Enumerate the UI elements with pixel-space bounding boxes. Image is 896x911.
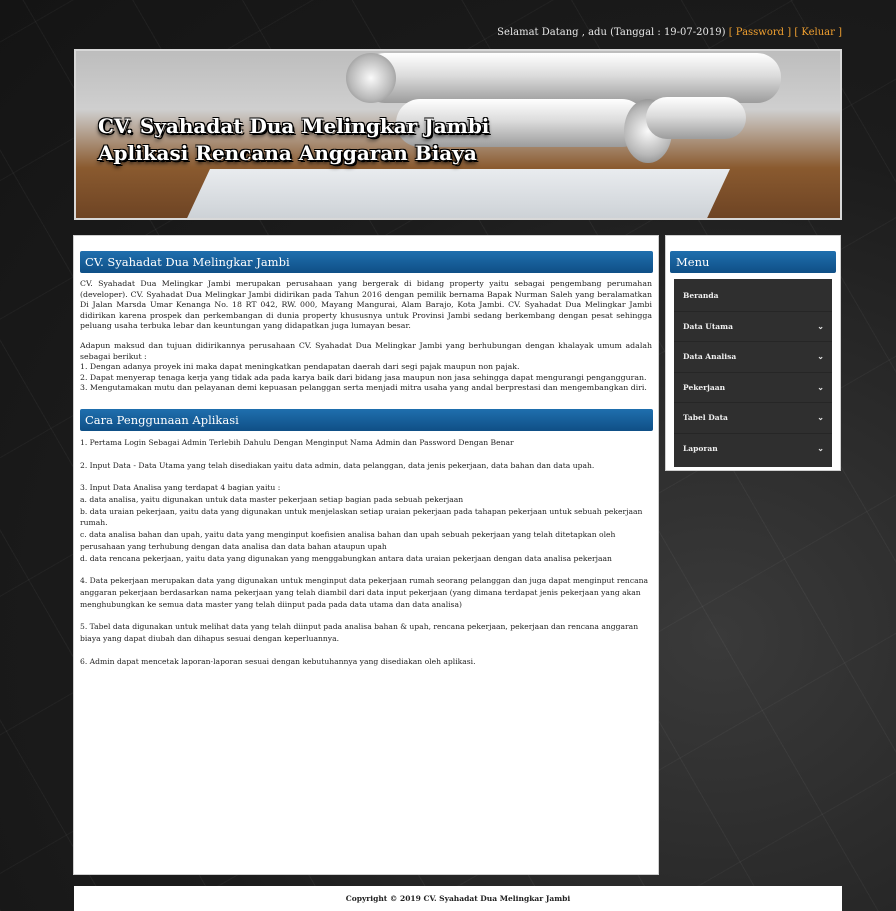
purpose-lead: Adapun maksud dan tujuan didirikannya pe…: [80, 340, 652, 361]
usage-substep: b. data uraian pekerjaan, yaitu data yan…: [80, 506, 643, 528]
usage-substep: c. data analisa bahan dan upah, yaitu da…: [80, 530, 616, 551]
company-description: CV. Syahadat Dua Melingkar Jambi merupak…: [80, 279, 652, 394]
company-section-title: CV. Syahadat Dua Melingkar Jambi: [80, 251, 653, 273]
usage-step: 6. Admin dapat mencetak laporan-laporan …: [80, 656, 476, 666]
usage-instructions: 1. Pertama Login Sebagai Admin Terlebih …: [80, 437, 652, 668]
intro-paragraph: CV. Syahadat Dua Melingkar Jambi merupak…: [80, 279, 652, 331]
usage-step: 1. Pertama Login Sebagai Admin Terlebih …: [80, 437, 514, 447]
side-menu: Beranda Data Utama ⌄ Data Analisa ⌄ Peke…: [674, 279, 832, 467]
chevron-down-icon: ⌄: [817, 351, 824, 362]
menu-item-label: Data Analisa: [683, 352, 737, 362]
chevron-down-icon: ⌄: [817, 320, 824, 331]
usage-substep: a. data analisa, yaitu digunakan untuk d…: [80, 495, 464, 505]
usage-step: 4. Data pekerjaan merupakan data yang di…: [80, 576, 649, 609]
blueprint-roll-image: [361, 53, 781, 103]
menu-item-beranda[interactable]: Beranda: [674, 281, 832, 312]
menu-item-data-utama[interactable]: Data Utama ⌄: [674, 312, 832, 343]
user-status-bar: Selamat Datang , adu (Tanggal : 19-07-20…: [497, 27, 842, 38]
password-link[interactable]: [ Password ]: [729, 27, 791, 38]
usage-step-lead: 3. Input Data Analisa yang terdapat 4 ba…: [80, 483, 281, 493]
blueprint-sheet-image: [182, 169, 730, 218]
header-banner: CV. Syahadat Dua Melingkar Jambi Aplikas…: [74, 49, 842, 220]
usage-substep: d. data rencana pekerjaan, yaitu data ya…: [80, 553, 612, 563]
header-title: CV. Syahadat Dua Melingkar Jambi Aplikas…: [98, 113, 489, 167]
usage-step: 3. Input Data Analisa yang terdapat 4 ba…: [80, 482, 652, 564]
sidebar: Menu Beranda Data Utama ⌄ Data Analisa ⌄…: [665, 235, 841, 471]
blueprint-roll-image: [646, 97, 746, 139]
menu-item-label: Pekerjaan: [683, 382, 726, 392]
menu-item-data-analisa[interactable]: Data Analisa ⌄: [674, 342, 832, 373]
menu-item-label: Laporan: [683, 443, 718, 453]
menu-item-label: Beranda: [683, 291, 719, 300]
usage-section-title: Cara Penggunaan Aplikasi: [80, 408, 653, 431]
purpose-item: 2. Dapat menyerap tenaga kerja yang tida…: [80, 372, 647, 382]
usage-step: 2. Input Data - Data Utama yang telah di…: [80, 460, 595, 470]
main-content: CV. Syahadat Dua Melingkar Jambi CV. Sya…: [73, 235, 659, 875]
menu-title: Menu: [670, 251, 836, 273]
purpose-item: 3. Mengutamakan mutu dan pelayanan demi …: [80, 383, 647, 393]
menu-item-pekerjaan[interactable]: Pekerjaan ⌄: [674, 373, 832, 404]
footer: Copyright © 2019 CV. Syahadat Dua Meling…: [74, 886, 842, 911]
menu-item-label: Tabel Data: [683, 413, 728, 423]
greeting-text: Selamat Datang , adu (Tanggal : 19-07-20…: [497, 27, 726, 38]
copyright-text: Copyright © 2019 CV. Syahadat Dua Meling…: [345, 894, 571, 903]
menu-item-tabel-data[interactable]: Tabel Data ⌄: [674, 403, 832, 434]
blueprint-roll-end-image: [346, 53, 396, 103]
purpose-item: 1. Dengan adanya proyek ini maka dapat m…: [80, 362, 520, 372]
chevron-down-icon: ⌄: [817, 381, 824, 392]
company-name: CV. Syahadat Dua Melingkar Jambi: [98, 114, 490, 138]
usage-step: 5. Tabel data digunakan untuk melihat da…: [80, 622, 639, 644]
chevron-down-icon: ⌄: [817, 442, 824, 453]
logout-link[interactable]: [ Keluar ]: [794, 27, 842, 38]
menu-item-laporan[interactable]: Laporan ⌄: [674, 434, 832, 464]
app-name: Aplikasi Rencana Anggaran Biaya: [98, 141, 477, 165]
menu-item-label: Data Utama: [683, 321, 733, 331]
purpose-paragraph: Adapun maksud dan tujuan didirikannya pe…: [80, 341, 652, 394]
chevron-down-icon: ⌄: [817, 412, 824, 423]
